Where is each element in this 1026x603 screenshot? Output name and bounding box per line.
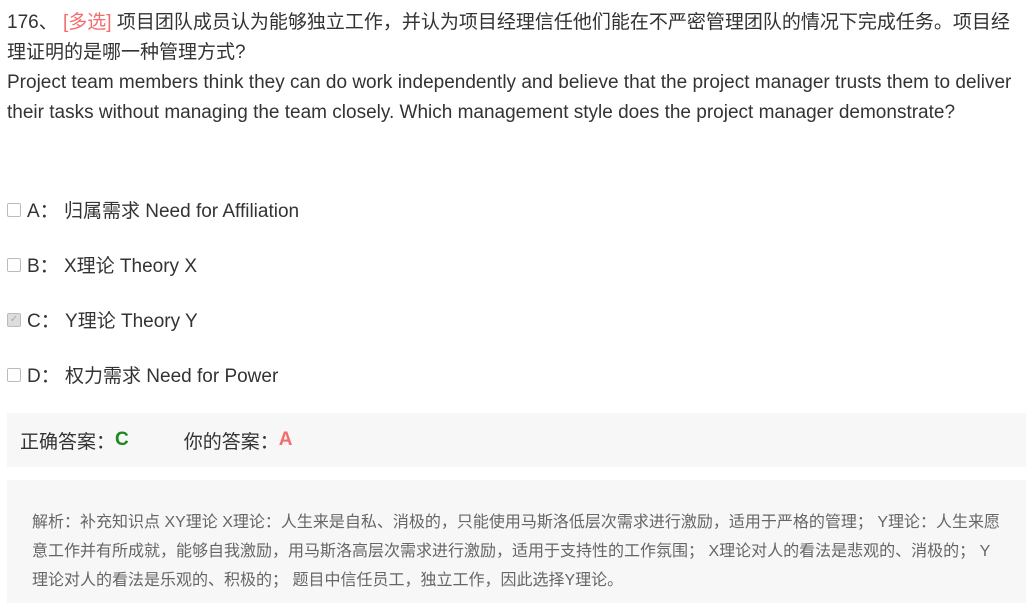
option-label: C：	[27, 311, 60, 332]
option-b[interactable]: B： X理论 Theory X	[7, 251, 197, 278]
checkbox-checked[interactable]: ✓	[7, 312, 21, 327]
option-text: Y理论 Theory Y	[65, 311, 198, 332]
checkbox[interactable]	[7, 202, 21, 217]
option-label: D：	[27, 366, 60, 387]
option-a[interactable]: A： 归属需求 Need for Affiliation	[7, 196, 299, 223]
correct-answer-label: 正确答案：	[20, 431, 116, 453]
question-number: 176、	[7, 12, 58, 33]
question-text: 176、 [多选] 项目团队成员认为能够独立工作，并认为项目经理信任他们能在不严…	[7, 8, 1022, 128]
option-text: X理论 Theory X	[63, 256, 198, 277]
checkbox[interactable]	[7, 367, 21, 382]
option-text: 权力需求 Need for Power	[65, 366, 279, 387]
explanation-text: 解析：补充知识点 XY理论 X理论：人生来是自私、消极的，只能使用马斯洛低层次需…	[32, 514, 1001, 589]
option-d[interactable]: D： 权力需求 Need for Power	[7, 361, 278, 388]
your-answer: A	[278, 429, 293, 450]
checkbox[interactable]	[7, 257, 21, 272]
question-en: Project team members think they can do w…	[7, 72, 1012, 123]
option-c[interactable]: ✓ C： Y理论 Theory Y	[7, 306, 198, 333]
answer-bar: 正确答案： C 你的答案： A	[7, 413, 1026, 467]
option-label: A：	[27, 201, 59, 222]
option-label: B：	[27, 256, 59, 277]
correct-answer: C	[115, 429, 129, 450]
explanation-box: 解析：补充知识点 XY理论 X理论：人生来是自私、消极的，只能使用马斯洛低层次需…	[7, 480, 1026, 603]
question-cn: 项目团队成员认为能够独立工作，并认为项目经理信任他们能在不严密管理团队的情况下完…	[7, 12, 1010, 63]
your-answer-label: 你的答案：	[183, 431, 279, 453]
option-text: 归属需求 Need for Affiliation	[63, 201, 300, 222]
question-type-tag: [多选]	[62, 12, 112, 33]
